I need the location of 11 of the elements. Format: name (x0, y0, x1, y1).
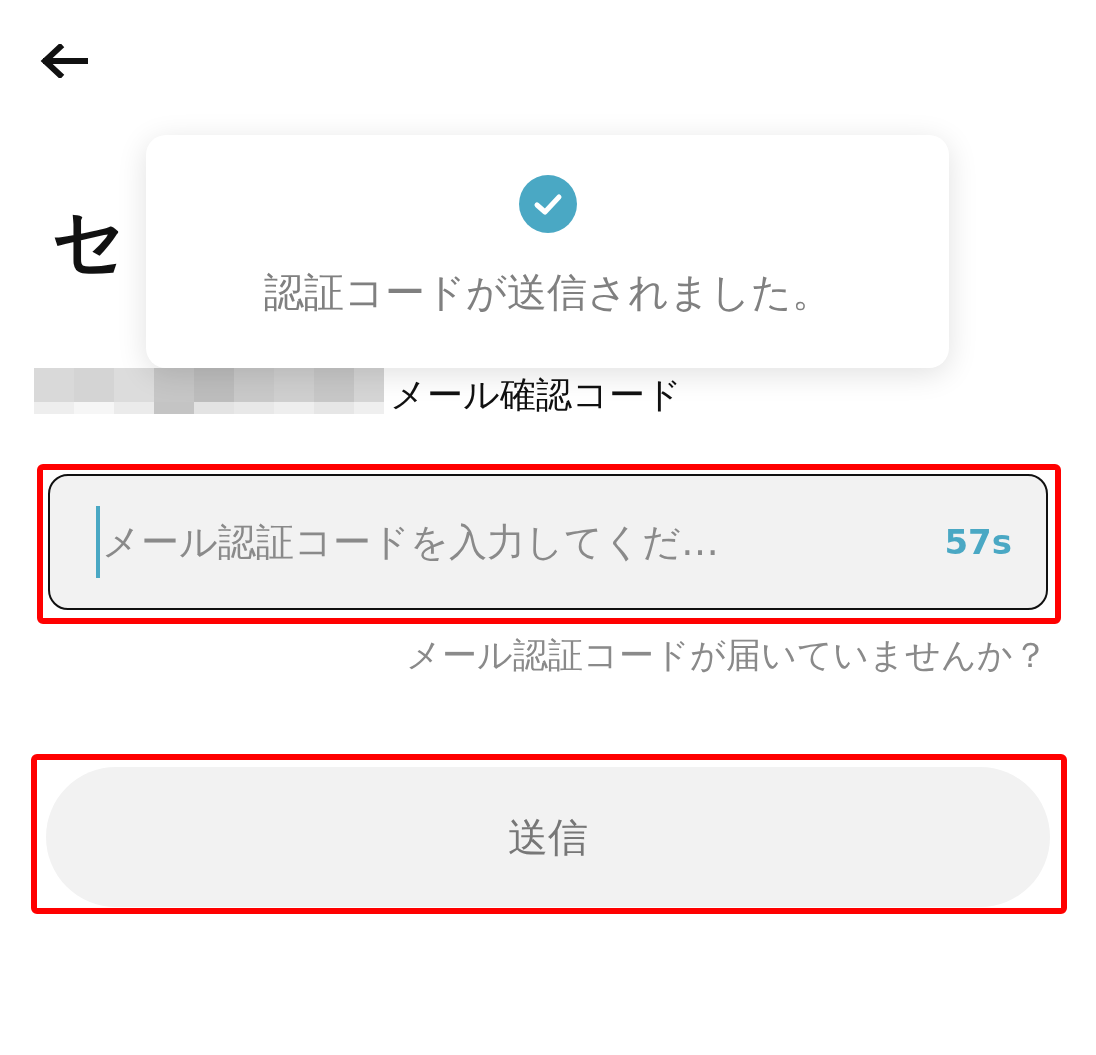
field-label: メール確認コード (390, 372, 682, 417)
countdown-timer: 57s (944, 522, 1012, 562)
submit-button[interactable]: 送信 (46, 767, 1050, 907)
code-input-field[interactable]: メール認証コードを入力してくだ… 57s (48, 474, 1048, 610)
page-title: セ (52, 198, 126, 285)
toast-message: 認証コードが送信されました。 (263, 268, 832, 317)
code-input[interactable]: メール認証コードを入力してくだ… (100, 520, 945, 564)
check-circle-icon (518, 175, 577, 233)
back-arrow-icon[interactable] (40, 44, 88, 78)
resend-code-link[interactable]: メール認証コードが届いていませんか？ (406, 632, 1048, 679)
text-cursor-icon (96, 506, 100, 578)
